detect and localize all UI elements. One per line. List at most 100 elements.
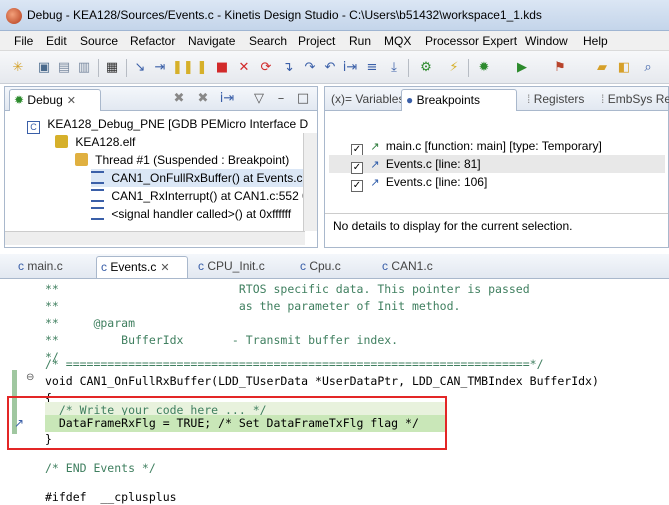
view-menu-icon[interactable]: ▽ <box>251 91 267 107</box>
stack-frame-icon <box>91 171 104 184</box>
code-line: /* =====================================… <box>45 357 544 371</box>
debug-config-icon[interactable]: ⚙ <box>418 60 434 76</box>
code-line: #ifdef __cplusplus <box>45 490 177 504</box>
tab-breakpoints[interactable]: ● Breakpoints <box>401 89 517 111</box>
window-title: Debug - KEA128/Sources/Events.c - Kineti… <box>27 8 542 22</box>
tree-item-frame[interactable]: <signal handler called>() at 0xffffff <box>91 205 291 223</box>
menu-mqx[interactable]: MQX <box>384 34 411 48</box>
debug-view: ✹ Debug ✕ ✖ ✖ i⇥ ▽ – □ C KEA128_Debug_PNE… <box>4 86 318 248</box>
tree-item-frame-selected[interactable]: CAN1_OnFullRxBuffer() at Events.c: <box>91 169 311 187</box>
horizontal-scrollbar[interactable] <box>5 231 305 245</box>
breakpoint-row-selected[interactable]: ✓ ↗ Events.c [line: 81] <box>329 155 665 174</box>
restart-icon[interactable]: ⟳ <box>258 60 274 76</box>
tab-cpu-c[interactable]: c Cpu.c <box>296 256 345 278</box>
new-icon[interactable]: ✳ <box>10 60 26 76</box>
tab-can1-c[interactable]: c CAN1.c <box>378 256 437 278</box>
tab-cpu-init-c[interactable]: c CPU_Init.c <box>194 256 269 278</box>
instruction-step-mode-icon[interactable]: i⇥ <box>219 91 235 107</box>
tab-embsys[interactable]: ⁞ EmbSys Re <box>597 89 669 111</box>
step-icon[interactable]: ⇥ <box>152 60 168 76</box>
step-return-icon[interactable]: ↶ <box>322 60 338 76</box>
c-file-icon: c <box>198 259 204 273</box>
menu-edit[interactable]: Edit <box>46 34 67 48</box>
menu-file[interactable]: File <box>14 34 33 48</box>
menu-run[interactable]: Run <box>349 34 371 48</box>
save-icon[interactable]: ▣ <box>36 60 52 76</box>
breakpoint-row[interactable]: ✓ ↗ Events.c [line: 106] <box>351 173 663 192</box>
menu-search[interactable]: Search <box>249 34 287 48</box>
menu-help[interactable]: Help <box>583 34 608 48</box>
search-icon[interactable]: ⌕ <box>640 60 656 76</box>
c-file-icon: c <box>18 259 24 273</box>
menu-refactor[interactable]: Refactor <box>130 34 175 48</box>
tree-item-frame[interactable]: CAN1_RxInterrupt() at CAN1.c:552 0 <box>91 187 309 205</box>
tree-item-launch[interactable]: C KEA128_Debug_PNE [GDB PEMicro Interfac… <box>27 115 308 134</box>
stack-frame-icon <box>91 189 104 202</box>
breakpoint-row[interactable]: ✓ ↗ main.c [function: main] [type: Tempo… <box>351 137 663 156</box>
c-file-icon: c <box>101 260 107 274</box>
terminate-icon[interactable]: ■ <box>214 60 230 76</box>
tab-variables[interactable]: (x)= Variables <box>327 89 408 111</box>
menu-processor-expert[interactable]: Processor Expert <box>425 34 517 48</box>
instruction-step-icon[interactable]: i⇥ <box>342 60 358 76</box>
highlight-box <box>7 396 447 450</box>
drop-to-frame-icon[interactable]: ⤓ <box>386 60 402 76</box>
divider <box>325 213 668 214</box>
step-into-icon[interactable]: ↴ <box>280 60 296 76</box>
flash-icon[interactable]: ⚡ <box>446 60 462 76</box>
suspend-icon[interactable]: ❚❚ <box>172 60 194 76</box>
breakpoint-icon: ↗ <box>370 141 380 153</box>
menu-source[interactable]: Source <box>80 34 118 48</box>
debug-icon[interactable]: ✹ <box>476 60 492 76</box>
pause-icon[interactable]: ❚ <box>194 60 210 76</box>
breakpoint-icon: ● <box>406 93 414 107</box>
elf-icon <box>55 135 68 148</box>
vertical-scrollbar[interactable] <box>303 133 317 231</box>
tree-item-elf[interactable]: KEA128.elf <box>55 133 135 151</box>
tree-item-thread[interactable]: Thread #1 (Suspended : Breakpoint) <box>75 151 289 169</box>
menu-project[interactable]: Project <box>298 34 335 48</box>
disconnect-icon[interactable]: ✕ <box>236 60 252 76</box>
build-icon[interactable]: ▦ <box>104 60 120 76</box>
close-icon[interactable]: ✕ <box>160 262 169 274</box>
code-line: ** @param <box>45 316 136 330</box>
remove-all-icon[interactable]: ✖ <box>195 91 211 107</box>
tab-registers[interactable]: ⁞ Registers <box>523 89 588 111</box>
collapse-icon[interactable]: ⊖ <box>26 372 34 383</box>
code-line: /* END Events */ <box>45 461 156 475</box>
breakpoint-icon: ↗ <box>370 159 380 171</box>
embsys-icon: ⁞ <box>601 92 605 106</box>
step-over-icon[interactable]: ↷ <box>302 60 318 76</box>
debug-view-tabs: ✹ Debug ✕ ✖ ✖ i⇥ ▽ – □ <box>5 87 317 111</box>
skip-breakpoints-icon[interactable]: ↘ <box>132 60 148 76</box>
editor-ruler[interactable] <box>0 280 17 505</box>
use-step-filters-icon[interactable]: ≡ <box>364 60 380 76</box>
code-line-function: void CAN1_OnFullRxBuffer(LDD_TUserData *… <box>45 374 599 388</box>
open-folder-icon[interactable]: ▰ <box>594 60 610 76</box>
stack-frame-icon <box>91 207 104 220</box>
details-text: No details to display for the current se… <box>333 219 573 233</box>
run-icon[interactable]: ▶ <box>514 60 530 76</box>
close-icon[interactable]: ✕ <box>67 95 76 107</box>
minimize-icon[interactable]: – <box>273 91 289 107</box>
external-tools-icon[interactable]: ⚑ <box>552 60 568 76</box>
menu-navigate[interactable]: Navigate <box>188 34 235 48</box>
bug-icon: ✹ <box>14 93 25 107</box>
save-all-icon[interactable]: ▤ <box>56 60 72 76</box>
tab-debug[interactable]: ✹ Debug ✕ <box>9 89 101 111</box>
editor-tabs: c main.c c Events.c ✕ c CPU_Init.c c Cpu.… <box>0 254 669 279</box>
print-icon[interactable]: ▥ <box>76 60 92 76</box>
thread-icon <box>75 153 88 166</box>
tab-events-c[interactable]: c Events.c ✕ <box>96 256 188 278</box>
maximize-icon[interactable]: □ <box>295 91 311 107</box>
open-type-icon[interactable]: ◧ <box>616 60 632 76</box>
tab-main-c[interactable]: c main.c <box>14 256 67 278</box>
remove-launch-icon[interactable]: ✖ <box>171 91 187 107</box>
breakpoints-view: (x)= Variables ● Breakpoints ⁞ Registers… <box>324 86 669 248</box>
app-icon <box>6 8 22 24</box>
registers-icon: ⁞ <box>527 92 531 106</box>
menu-window[interactable]: Window <box>525 34 568 48</box>
code-line: ** RTOS specific data. This pointer is p… <box>45 282 530 296</box>
checkbox[interactable]: ✓ <box>351 180 363 192</box>
menu-bar: File Edit Source Refactor Navigate Searc… <box>0 31 669 51</box>
